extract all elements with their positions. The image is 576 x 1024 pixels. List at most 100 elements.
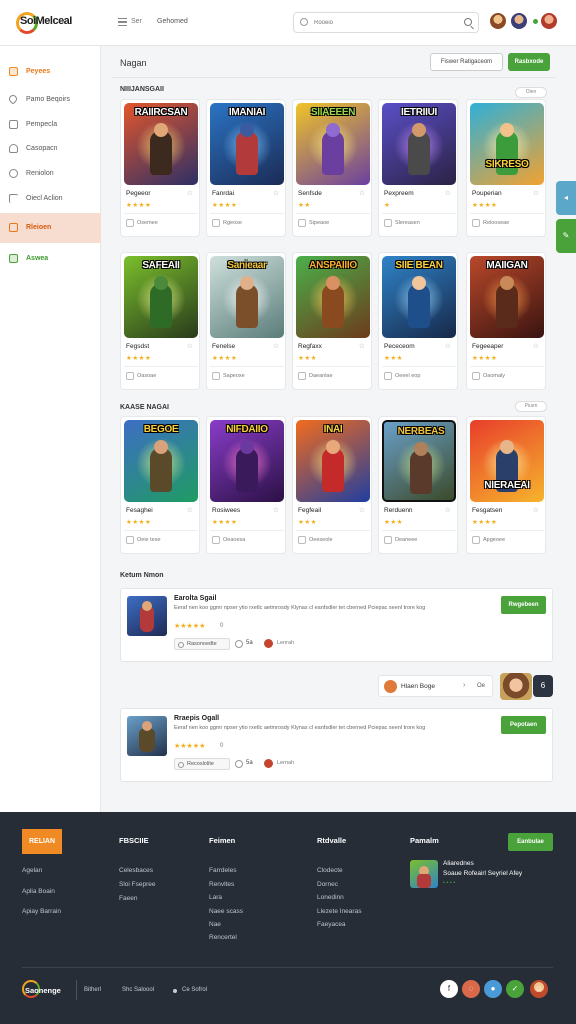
favorite-star-icon[interactable]: ☆ <box>187 189 193 197</box>
favorite-star-icon[interactable]: ☆ <box>187 342 193 350</box>
footer-logo[interactable]: Saonenge <box>22 980 66 1000</box>
favorite-star-icon[interactable]: ☆ <box>533 506 539 514</box>
footer-link[interactable]: Apiay Barrain <box>22 908 61 915</box>
card-action-label[interactable]: Oeaoesa <box>223 537 245 543</box>
footer-link[interactable]: Faeyacea <box>317 921 346 928</box>
footer-link[interactable]: Nae <box>209 921 221 928</box>
footer-link[interactable]: Llezete Inearas <box>317 908 361 915</box>
game-card[interactable]: SIIE BEAN Pececeom ☆ ★★★ Oeeel eop <box>378 252 458 390</box>
app-logo[interactable]: SoiMelceaI <box>14 9 88 37</box>
favorite-star-icon[interactable]: ☆ <box>187 506 193 514</box>
floating-avatar[interactable] <box>500 673 532 700</box>
footer-link[interactable]: Aplia Boain <box>22 888 55 895</box>
game-card[interactable]: NIERAEAI Fesgatsen ☆ ★★★★ Apgeoee <box>466 416 546 554</box>
profile-avatar-icon[interactable]: ☺ <box>530 980 548 998</box>
whatsapp-icon[interactable]: ✓ <box>506 980 524 998</box>
footer-bottom-link[interactable]: Bitherl <box>84 987 101 993</box>
like-icon[interactable] <box>235 640 243 648</box>
game-card[interactable]: BEGOE Fesaghei ☆ ★★★★ Oeie tese <box>120 416 200 554</box>
sidebar-item-oiecl-aclion[interactable]: Oiecl Aclion <box>0 187 101 211</box>
favorite-star-icon[interactable]: ☆ <box>273 506 279 514</box>
footer-promo-thumbnail[interactable] <box>410 860 438 888</box>
footer-link[interactable]: Clodecte <box>317 867 343 874</box>
review-tag-chip[interactable]: Rasonoedte <box>174 638 230 650</box>
card-action-label[interactable]: Oeie tese <box>137 537 161 543</box>
card-action-label[interactable]: Sipeaoe <box>309 220 329 226</box>
favorite-star-icon[interactable]: ☆ <box>359 506 365 514</box>
primary-action-button[interactable]: Rasbxode <box>508 53 550 71</box>
reviewer-name[interactable]: Lenrah <box>277 640 294 646</box>
search-input[interactable] <box>314 16 454 30</box>
reviewer-avatar[interactable] <box>264 639 273 648</box>
footer-link[interactable]: Lara <box>209 894 222 901</box>
sidebar-item-pempecla[interactable]: Pempecla <box>0 113 101 137</box>
footer-bottom-link[interactable]: Shc Saloool <box>122 987 154 993</box>
game-card[interactable]: RAIIRCSAN Pegeeor ☆ ★★★★ Osemee <box>120 99 200 237</box>
card-action-label[interactable]: Oaomaly <box>483 373 505 379</box>
chevron-right-icon[interactable]: › <box>463 682 465 689</box>
card-action-label[interactable]: Relooseae <box>483 220 509 226</box>
section-view-all-pill[interactable]: Piuen <box>515 401 547 412</box>
section-view-all-pill[interactable]: Oien <box>515 87 547 98</box>
footer-promo-title[interactable]: Aliarednes <box>443 860 474 867</box>
user-avatar-3[interactable] <box>541 13 557 29</box>
game-card[interactable]: IETRIIUI Pexpreem ☆ ★ Slereasen <box>378 99 458 237</box>
review-title[interactable]: Rraepis Ogall <box>174 715 219 722</box>
facebook-icon[interactable]: f <box>440 980 458 998</box>
favorite-star-icon[interactable]: ☆ <box>533 189 539 197</box>
menu-icon[interactable] <box>118 18 127 26</box>
card-action-label[interactable]: Osemee <box>137 220 158 226</box>
game-card[interactable]: SIKRESO Pouperian ☆ ★★★★ Relooseae <box>466 99 546 237</box>
reviewer-name[interactable]: Lernah <box>277 760 294 766</box>
sidebar-item-casopacn[interactable]: Casopacn <box>0 137 101 161</box>
card-action-label[interactable]: Oasoae <box>137 373 156 379</box>
card-action-label[interactable]: Sapeoxe <box>223 373 245 379</box>
game-card[interactable]: NIFDAIIO Rosiwees ☆ ★★★★ Oeaoesa <box>206 416 286 554</box>
favorite-star-icon[interactable]: ☆ <box>445 189 451 197</box>
user-pager[interactable]: Hlaen Boge › Oe <box>378 675 493 697</box>
sidebar-item-aswea[interactable]: Aswea <box>0 247 101 271</box>
sidebar-item-peyees[interactable]: Peyees <box>0 60 101 84</box>
footer-cta-button[interactable]: Eanbulae <box>508 833 553 851</box>
footer-link[interactable]: Lonedinn <box>317 894 344 901</box>
user-avatar-1[interactable] <box>490 13 506 29</box>
review-thumbnail[interactable] <box>127 596 167 636</box>
footer-link[interactable]: Sloi Fsepree <box>119 881 156 888</box>
favorite-star-icon[interactable]: ☆ <box>273 342 279 350</box>
game-card[interactable]: INAI Fegfeail ☆ ★★★ Oeeseole <box>292 416 372 554</box>
game-card[interactable]: MAIIGAN Fegeeaper ☆ ★★★★ Oaomaly <box>466 252 546 390</box>
footer-link[interactable]: Rencertel <box>209 934 237 941</box>
favorite-star-icon[interactable]: ☆ <box>359 342 365 350</box>
footer-link[interactable]: Renvltes <box>209 881 234 888</box>
game-card[interactable]: Sanieaar Fenelse ☆ ★★★★ Sapeoxe <box>206 252 286 390</box>
card-action-label[interactable]: Rgeose <box>223 220 242 226</box>
filter-button[interactable]: Fiswer Ratigaceom <box>430 53 503 71</box>
sidebar-item-pamo-beqoirs[interactable]: Pamo Beqoirs <box>0 88 101 112</box>
user-avatar-2[interactable] <box>511 13 527 29</box>
card-action-label[interactable]: Slereasen <box>395 220 420 226</box>
game-card[interactable]: SIIAEEEN Senfsde ☆ ★★ Sipeaoe <box>292 99 372 237</box>
game-card[interactable]: IMANIAI Fanrdai ☆ ★★★★ Rgeose <box>206 99 286 237</box>
card-action-label[interactable]: Oeeseole <box>309 537 333 543</box>
twitter-icon[interactable]: ● <box>484 980 502 998</box>
review-thumbnail[interactable] <box>127 716 167 756</box>
game-card[interactable]: SAFEAII Fegsdst ☆ ★★★★ Oasoae <box>120 252 200 390</box>
card-action-label[interactable]: Deaneee <box>395 537 417 543</box>
card-action-label[interactable]: Apgeoee <box>483 537 505 543</box>
favorite-star-icon[interactable]: ☆ <box>445 506 451 514</box>
game-card[interactable]: NERBEAS Rerduenn ☆ ★★★ Deaneee <box>378 416 458 554</box>
sidebar-item-reniolon[interactable]: Reniolon <box>0 162 101 186</box>
review-action-button[interactable]: Pepotaen <box>501 716 546 734</box>
footer-link[interactable]: Naee scass <box>209 908 243 915</box>
review-title[interactable]: Earolta Sgail <box>174 595 216 602</box>
footer-link[interactable]: Farrdeles <box>209 867 236 874</box>
footer-link[interactable]: Celesbaces <box>119 867 153 874</box>
footer-brand-badge[interactable]: RELIAN <box>22 829 62 854</box>
game-card[interactable]: ANSPAIIIO Regfaxx ☆ ★★★ Daeanlae <box>292 252 372 390</box>
card-action-label[interactable]: Oeeel eop <box>395 373 420 379</box>
like-icon[interactable] <box>235 760 243 768</box>
search-submit-icon[interactable] <box>464 18 472 26</box>
search-box[interactable] <box>293 12 479 33</box>
sidebar-item-rleioen[interactable]: Rleioen <box>0 213 101 243</box>
review-action-button[interactable]: Rwgebeen <box>501 596 546 614</box>
